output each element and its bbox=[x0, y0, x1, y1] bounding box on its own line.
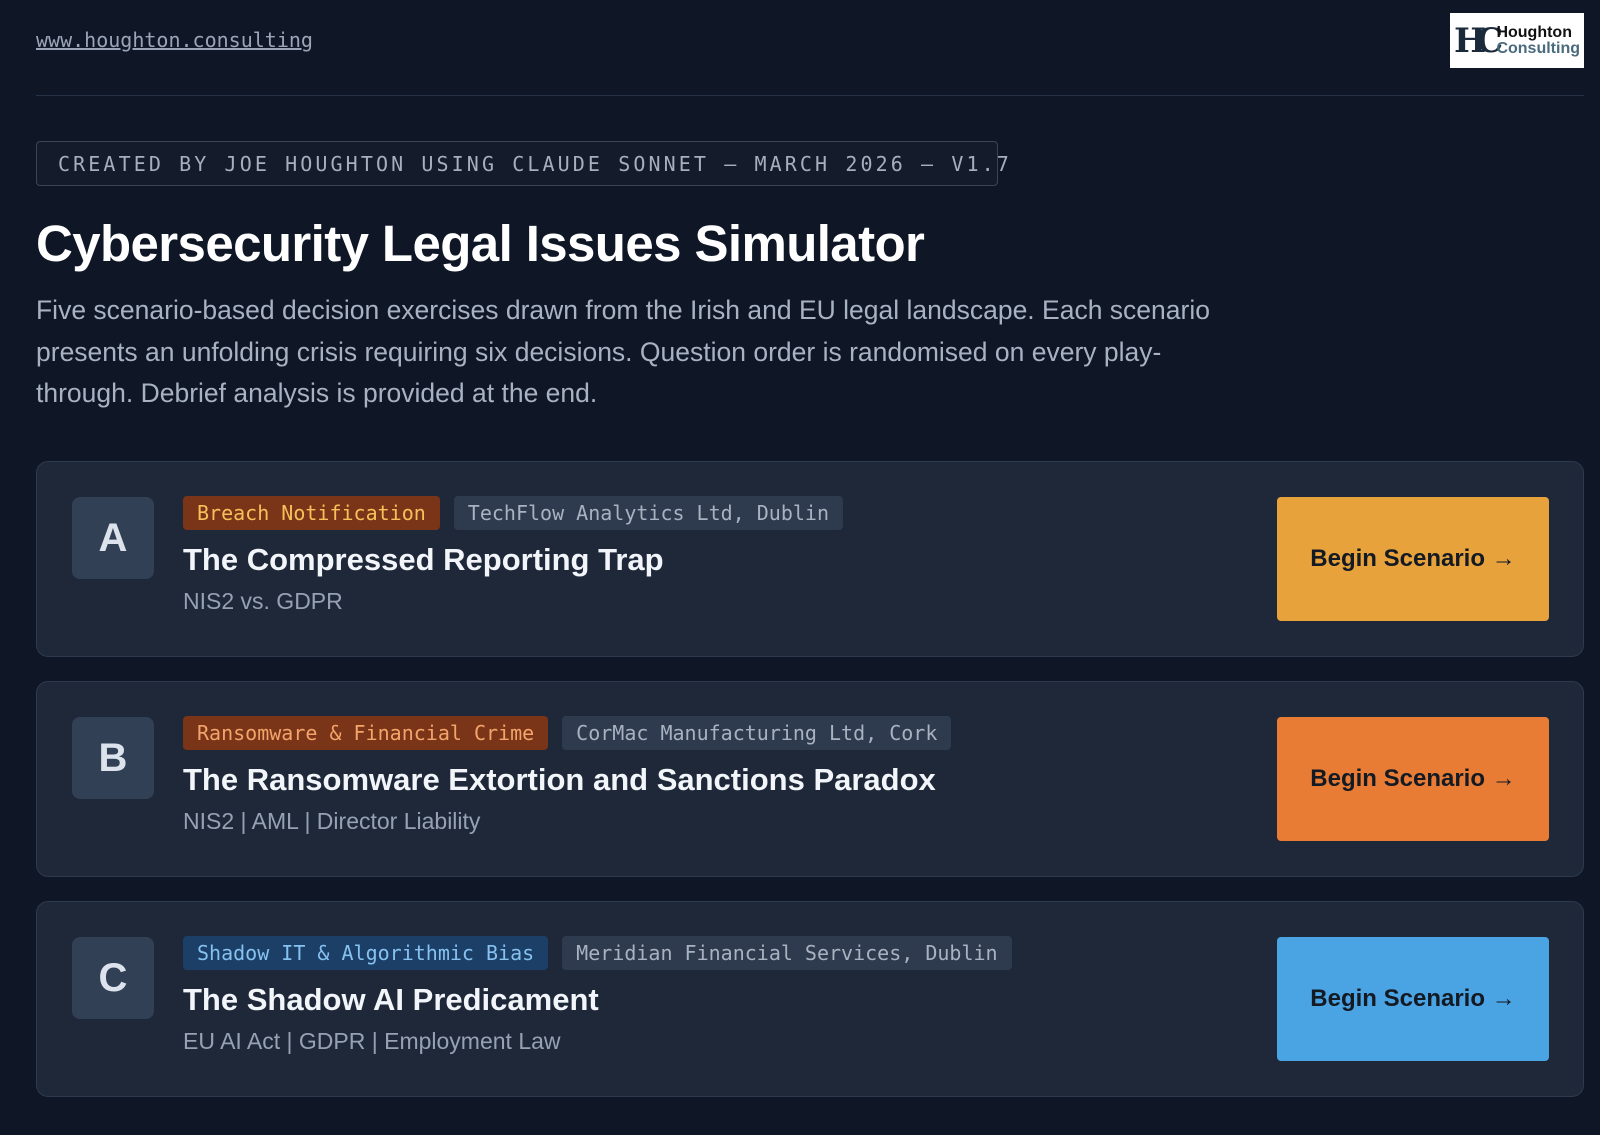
scenario-subtitle: NIS2 | AML | Director Liability bbox=[183, 808, 481, 834]
intro-text: Five scenario-based decision exercises d… bbox=[36, 295, 1210, 408]
scenario-title: The Shadow AI Predicament bbox=[183, 982, 599, 1017]
logo-line-2: Consulting bbox=[1496, 39, 1580, 57]
hc-logo-mark: HC bbox=[1454, 20, 1503, 61]
begin-scenario-b-button[interactable]: Begin Scenario → bbox=[1277, 717, 1549, 841]
category-tag: Shadow IT & Algorithmic Bias bbox=[183, 936, 549, 970]
category-tag: Breach Notification bbox=[183, 496, 440, 530]
scenario-tags: Ransomware & Financial Crime CorMac Manu… bbox=[183, 716, 952, 750]
scenario-title: The Compressed Reporting Trap bbox=[183, 542, 664, 577]
organisation-tag: Meridian Financial Services, Dublin bbox=[562, 936, 1012, 970]
scenario-card-c: C Shadow IT & Algorithmic Bias Meridian … bbox=[36, 901, 1584, 1097]
scenario-letter: C bbox=[72, 937, 154, 1019]
begin-scenario-c-button[interactable]: Begin Scenario → bbox=[1277, 937, 1549, 1061]
website-link[interactable]: www.houghton.consulting bbox=[36, 28, 313, 52]
logo-wordmark: Houghton Consulting bbox=[1496, 25, 1580, 57]
scenario-card-a: A Breach Notification TechFlow Analytics… bbox=[36, 461, 1584, 657]
organisation-tag: TechFlow Analytics Ltd, Dublin bbox=[453, 496, 844, 530]
scenario-subtitle: EU AI Act | GDPR | Employment Law bbox=[183, 1028, 561, 1054]
scenario-tags: Shadow IT & Algorithmic Bias Meridian Fi… bbox=[183, 936, 1012, 970]
houghton-consulting-logo: HC Houghton Consulting bbox=[1450, 13, 1584, 68]
scenario-letter: A bbox=[72, 497, 154, 579]
page: www.houghton.consulting HC Houghton Cons… bbox=[0, 0, 1600, 1135]
scenario-card-b: B Ransomware & Financial Crime CorMac Ma… bbox=[36, 681, 1584, 877]
credit-badge: CREATED BY JOE HOUGHTON USING CLAUDE SON… bbox=[36, 141, 1009, 186]
category-tag: Ransomware & Financial Crime bbox=[183, 716, 549, 750]
top-bar: www.houghton.consulting HC Houghton Cons… bbox=[36, 0, 1584, 96]
scenario-subtitle: NIS2 vs. GDPR bbox=[183, 588, 343, 614]
page-title: Cybersecurity Legal Issues Simulator bbox=[36, 215, 925, 272]
organisation-tag: CorMac Manufacturing Ltd, Cork bbox=[562, 716, 952, 750]
scenario-letter: B bbox=[72, 717, 154, 799]
scenario-tags: Breach Notification TechFlow Analytics L… bbox=[183, 496, 844, 530]
scenario-title: The Ransomware Extortion and Sanctions P… bbox=[183, 762, 936, 797]
begin-scenario-a-button[interactable]: Begin Scenario → bbox=[1277, 497, 1549, 621]
